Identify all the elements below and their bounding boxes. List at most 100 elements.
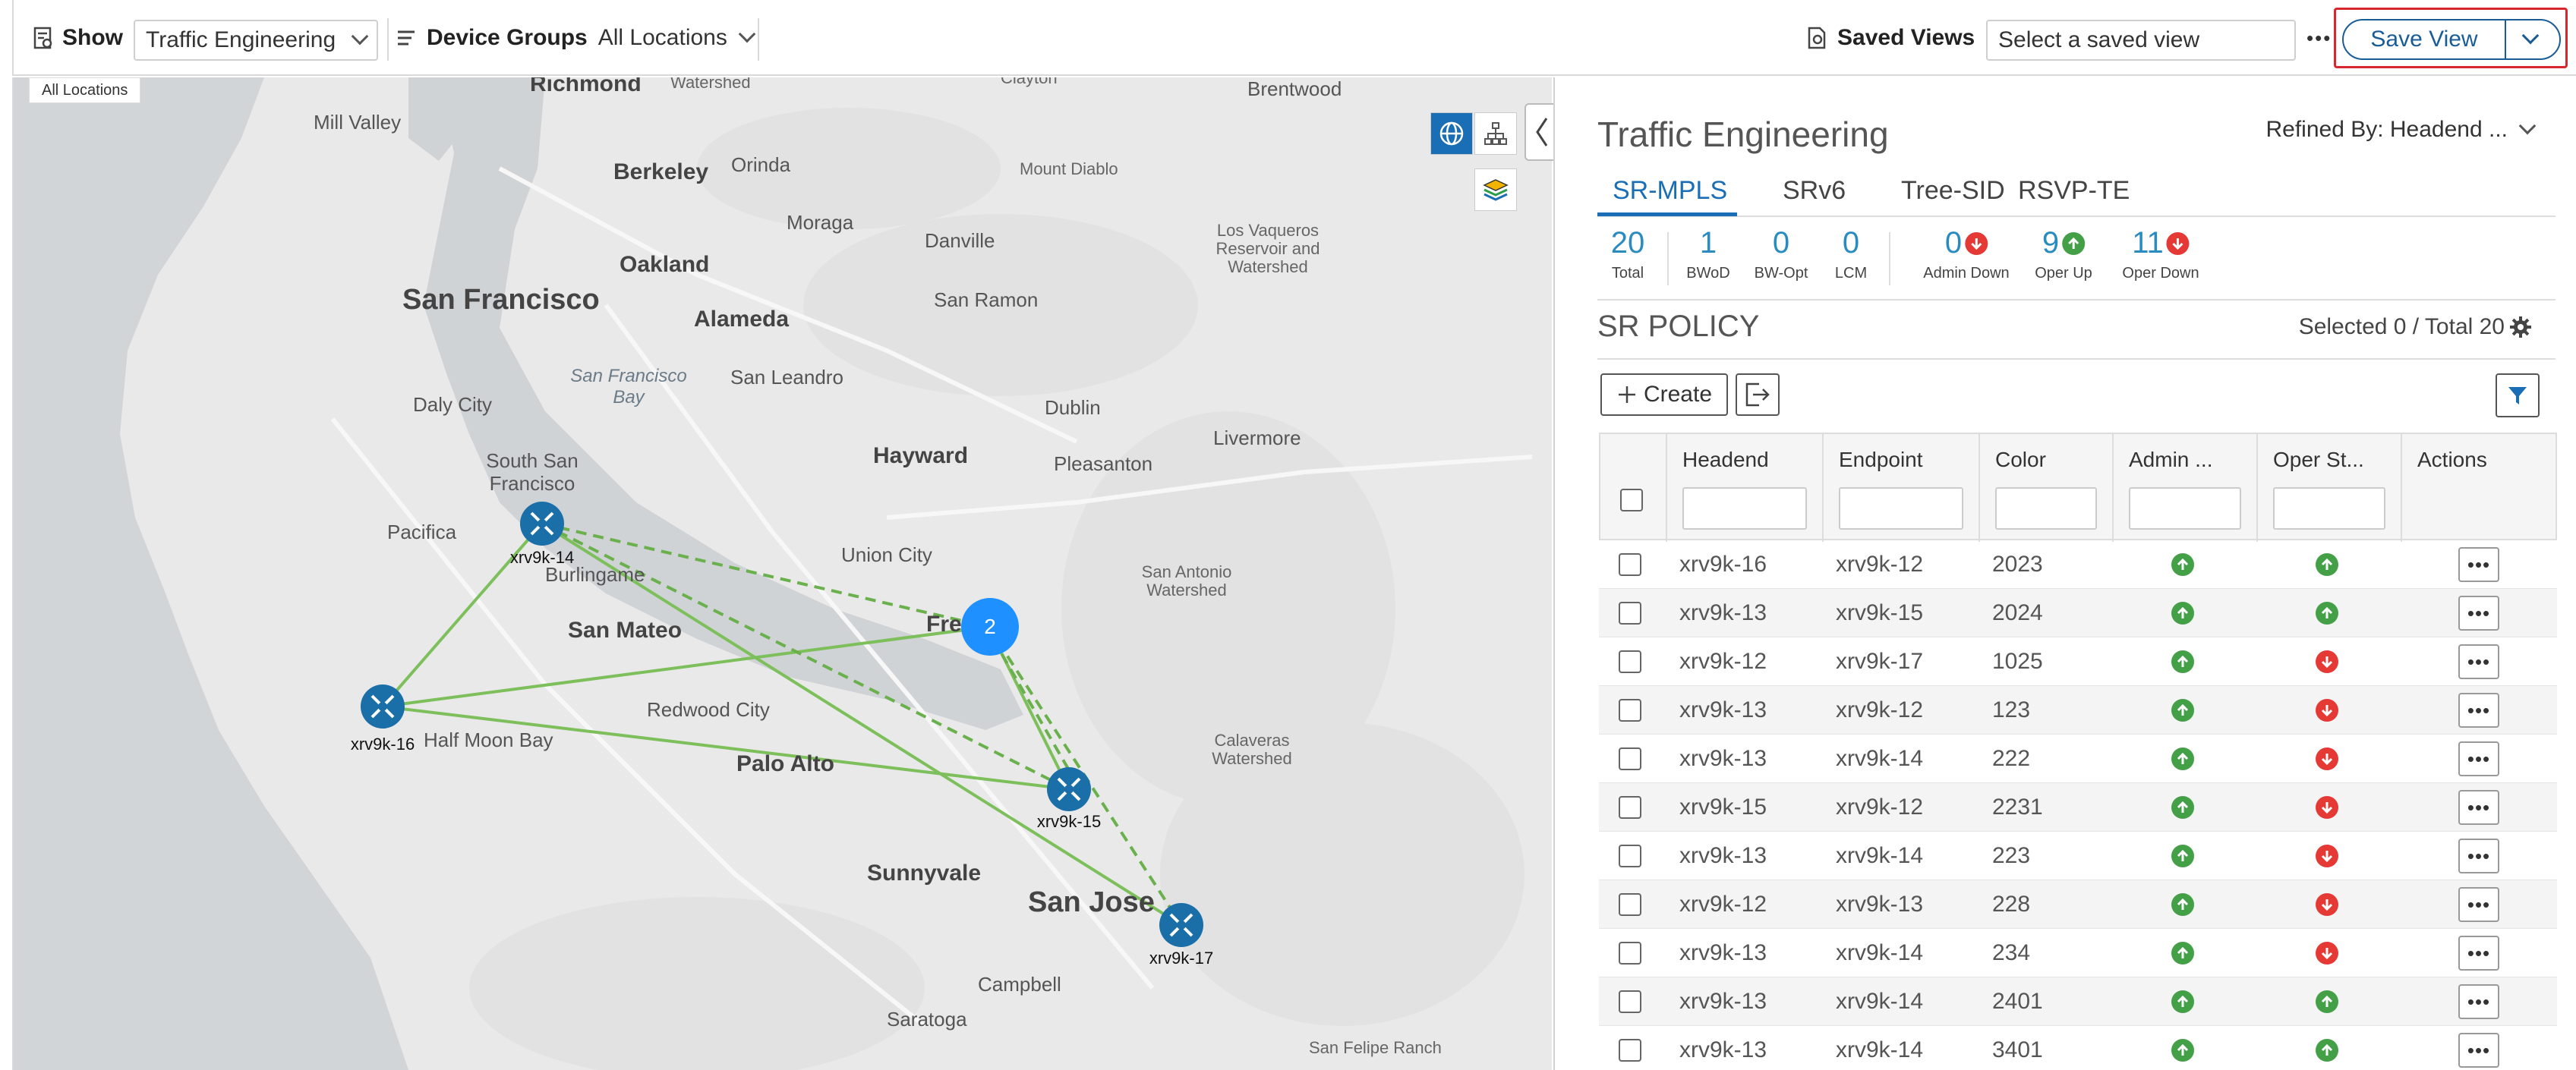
- row-actions-button[interactable]: •••: [2458, 741, 2499, 776]
- stat-bwod[interactable]: 1 BWoD: [1686, 226, 1729, 282]
- table-row[interactable]: xrv9k-15 xrv9k-12 2231 •••: [1599, 783, 2557, 832]
- row-actions-button[interactable]: •••: [2458, 1033, 2499, 1068]
- node-label: xrv9k-16: [350, 735, 415, 754]
- arrow-down-icon: [1965, 231, 1988, 255]
- place-label: Palo Alto: [736, 751, 834, 776]
- all-locations-breadcrumb[interactable]: All Locations: [29, 77, 141, 103]
- layers-button[interactable]: [1474, 168, 1517, 211]
- oper-state-cell: [2316, 686, 2338, 735]
- arrow-up-icon: [2171, 893, 2194, 916]
- export-button[interactable]: [1736, 373, 1780, 416]
- admin-state-filter-input[interactable]: [2129, 487, 2241, 530]
- table-row[interactable]: xrv9k-13 xrv9k-14 222 •••: [1599, 735, 2557, 783]
- router-icon[interactable]: [360, 684, 405, 729]
- row-actions-button[interactable]: •••: [2458, 984, 2499, 1019]
- show-select-value: Traffic Engineering: [146, 27, 336, 52]
- table-row[interactable]: xrv9k-13 xrv9k-14 234 •••: [1599, 929, 2557, 977]
- chevron-down-icon[interactable]: [2521, 27, 2540, 45]
- row-actions-button[interactable]: •••: [2458, 790, 2499, 825]
- router-icon[interactable]: [1046, 766, 1092, 812]
- tab-tree-sid[interactable]: Tree-SID: [1901, 176, 2005, 206]
- row-checkbox[interactable]: [1619, 699, 1641, 722]
- create-button[interactable]: Create: [1600, 373, 1728, 416]
- row-checkbox[interactable]: [1619, 747, 1641, 770]
- row-checkbox[interactable]: [1619, 553, 1641, 576]
- row-checkbox[interactable]: [1619, 1039, 1641, 1062]
- table-row[interactable]: xrv9k-16 xrv9k-12 2023 •••: [1599, 540, 2557, 589]
- arrow-up-icon: [2171, 1039, 2194, 1062]
- table-row[interactable]: xrv9k-12 xrv9k-13 228 •••: [1599, 880, 2557, 929]
- endpoint-cell: xrv9k-14: [1836, 746, 1924, 771]
- table-row[interactable]: xrv9k-13 xrv9k-14 223 •••: [1599, 832, 2557, 880]
- refined-by-dropdown[interactable]: Refined By: Headend ...: [2265, 117, 2537, 143]
- row-checkbox[interactable]: [1619, 990, 1641, 1013]
- tab-srv6[interactable]: SRv6: [1783, 176, 1846, 206]
- row-actions-button[interactable]: •••: [2458, 936, 2499, 971]
- gear-icon[interactable]: [2509, 316, 2532, 338]
- topology-map[interactable]: Richmond Brentwood Mill Valley Berkeley …: [12, 77, 1552, 1070]
- tab-sr-mpls[interactable]: SR-MPLS: [1613, 176, 1727, 206]
- row-actions-button[interactable]: •••: [2458, 693, 2499, 728]
- show-select[interactable]: Traffic Engineering: [134, 20, 378, 61]
- color-cell: 2023: [1992, 552, 2043, 577]
- headend-filter-input[interactable]: [1682, 487, 1807, 530]
- arrow-up-icon: [2171, 796, 2194, 819]
- table-row[interactable]: xrv9k-13 xrv9k-12 123 •••: [1599, 686, 2557, 735]
- select-all-checkbox[interactable]: [1620, 489, 1643, 511]
- row-actions-button[interactable]: •••: [2458, 596, 2499, 631]
- row-checkbox[interactable]: [1619, 796, 1641, 819]
- saved-view-select[interactable]: Select a saved view: [1986, 20, 2296, 61]
- logical-view-button[interactable]: [1474, 112, 1517, 155]
- row-actions-button[interactable]: •••: [2458, 887, 2499, 922]
- admin-state-cell: [2171, 880, 2194, 929]
- place-label: Danville: [925, 229, 995, 252]
- table-row[interactable]: xrv9k-13 xrv9k-15 2024 •••: [1599, 589, 2557, 637]
- row-checkbox[interactable]: [1619, 845, 1641, 867]
- row-checkbox[interactable]: [1619, 942, 1641, 965]
- row-checkbox[interactable]: [1619, 650, 1641, 673]
- table-row[interactable]: xrv9k-13 xrv9k-14 3401 •••: [1599, 1026, 2557, 1070]
- oper-state-cell: [2316, 589, 2338, 637]
- table-row[interactable]: xrv9k-13 xrv9k-14 2401 •••: [1599, 977, 2557, 1026]
- stat-total[interactable]: 20 Total: [1611, 226, 1645, 282]
- headend-cell: xrv9k-16: [1679, 552, 1767, 577]
- stat-oper-down[interactable]: 11 Oper Down: [2122, 226, 2199, 282]
- row-checkbox[interactable]: [1619, 602, 1641, 625]
- filter-button[interactable]: [2496, 373, 2540, 417]
- save-view-button[interactable]: Save View: [2342, 19, 2561, 60]
- oper-state-cell: [2316, 540, 2338, 589]
- row-actions-button[interactable]: •••: [2458, 644, 2499, 679]
- stat-oper-up[interactable]: 9 Oper Up: [2035, 226, 2092, 282]
- place-label: Half Moon Bay: [424, 729, 553, 751]
- place-label: Los Vaqueros Reservoir and Watershed: [1215, 221, 1320, 276]
- place-label: Watershed: [670, 77, 751, 92]
- table-row[interactable]: xrv9k-12 xrv9k-17 1025 •••: [1599, 637, 2557, 686]
- column-admin-state: Admin ...: [2112, 434, 2256, 542]
- section-divider: [1597, 358, 2556, 360]
- row-actions-button[interactable]: •••: [2458, 547, 2499, 582]
- place-label: Hayward: [873, 443, 969, 468]
- headend-cell: xrv9k-13: [1679, 1037, 1767, 1062]
- oper-state-filter-input[interactable]: [2273, 487, 2385, 530]
- place-label: Calaveras Watershed: [1212, 731, 1292, 768]
- headend-cell: xrv9k-13: [1679, 940, 1767, 965]
- row-checkbox[interactable]: [1619, 893, 1641, 916]
- place-label: San Antonio Watershed: [1141, 562, 1232, 600]
- place-label: Berkeley: [613, 159, 709, 184]
- geo-view-button[interactable]: [1430, 112, 1473, 155]
- device-cluster[interactable]: 2: [961, 598, 1019, 656]
- device-groups-control[interactable]: Device Groups All Locations: [396, 0, 756, 76]
- stat-lcm[interactable]: 0 LCM: [1835, 226, 1867, 282]
- more-options-button[interactable]: •••: [2306, 0, 2332, 76]
- saved-view-placeholder: Select a saved view: [1998, 27, 2200, 52]
- admin-state-cell: [2171, 637, 2194, 686]
- oper-state-cell: [2316, 637, 2338, 686]
- color-filter-input[interactable]: [1995, 487, 2097, 530]
- row-actions-button[interactable]: •••: [2458, 839, 2499, 873]
- endpoint-filter-input[interactable]: [1839, 487, 1963, 530]
- tab-rsvp-te[interactable]: RSVP-TE: [2018, 176, 2130, 206]
- stat-bw-opt[interactable]: 0 BW-Opt: [1755, 226, 1808, 282]
- stat-admin-down[interactable]: 0 Admin Down: [1923, 226, 2009, 282]
- router-icon[interactable]: [519, 501, 565, 546]
- router-icon[interactable]: [1159, 902, 1204, 948]
